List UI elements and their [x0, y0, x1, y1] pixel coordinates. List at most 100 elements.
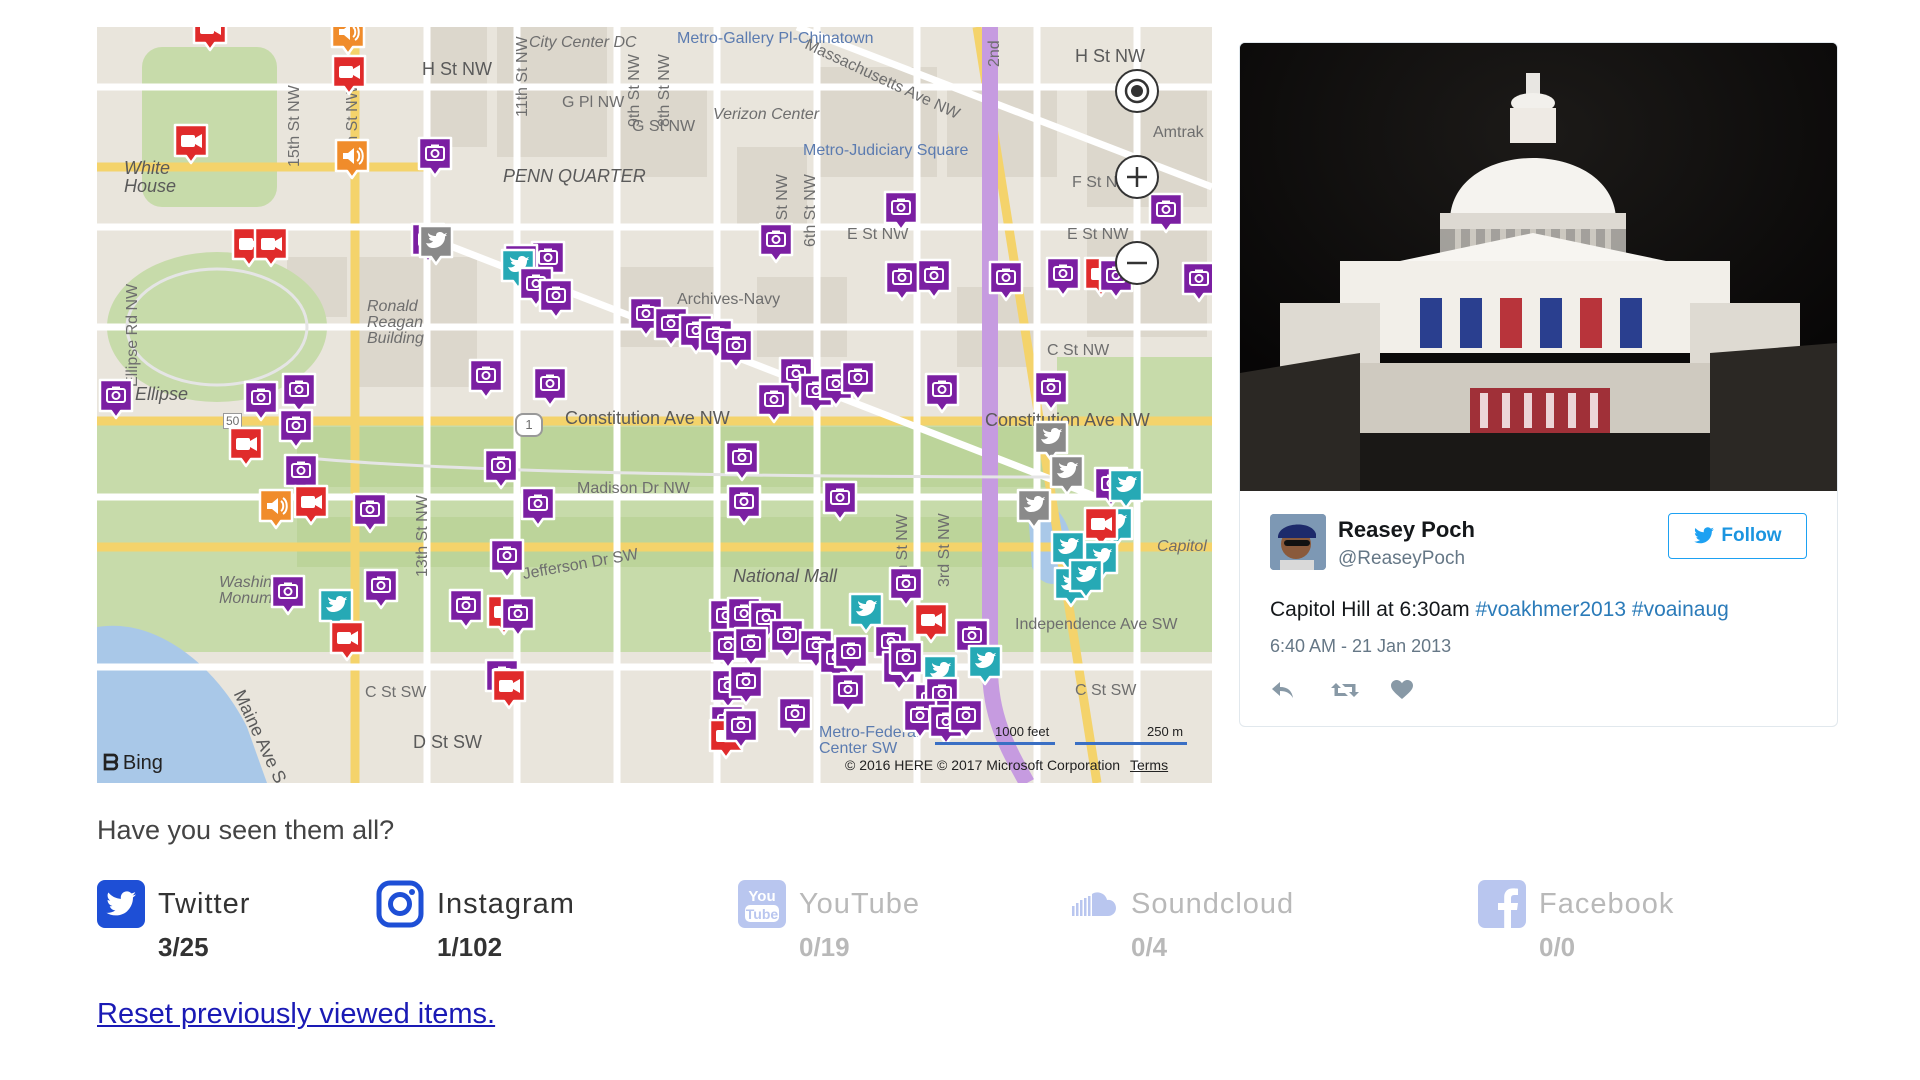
instagram-marker[interactable]: [987, 259, 1025, 303]
youtube-marker[interactable]: [292, 483, 330, 527]
platform-name: Twitter: [158, 888, 251, 920]
twitter-bird-icon: [967, 644, 1003, 686]
hashtag-link[interactable]: #voakhmer2013: [1475, 598, 1626, 621]
youtube-marker[interactable]: [330, 53, 368, 97]
twitter-marker-viewed[interactable]: [1015, 487, 1053, 531]
locate-me-button[interactable]: [1115, 69, 1159, 113]
reset-viewed-items-link[interactable]: Reset previously viewed items.: [97, 998, 495, 1031]
tweet-author-handle[interactable]: @ReaseyPoch: [1338, 548, 1465, 570]
retweet-button[interactable]: [1330, 679, 1360, 705]
camera-icon: [888, 640, 924, 682]
platform-instagram[interactable]: Instagram 1/102: [376, 880, 606, 970]
instagram-marker[interactable]: [776, 695, 814, 739]
speaker-icon: [258, 488, 294, 530]
platform-youtube[interactable]: You Tube YouTube 0/19: [738, 880, 958, 970]
youtube-marker[interactable]: [252, 225, 290, 269]
camera-icon: [756, 382, 792, 424]
camera-icon: [1045, 256, 1081, 298]
map-label-9th: 9th St NW: [626, 54, 643, 127]
platform-soundcloud[interactable]: Soundcloud 0/4: [1070, 880, 1330, 970]
platform-facebook[interactable]: Facebook 0/0: [1478, 880, 1708, 970]
instagram-marker[interactable]: [1032, 369, 1070, 413]
video-camera-icon: [331, 54, 367, 96]
hashtag-link[interactable]: #voainaug: [1632, 598, 1729, 621]
terms-link[interactable]: Terms: [1130, 757, 1168, 773]
instagram-marker[interactable]: [723, 439, 761, 483]
instagram-marker[interactable]: [416, 135, 454, 179]
map-route-shield-1: 1: [515, 413, 543, 437]
zoom-in-button[interactable]: [1115, 155, 1159, 199]
instagram-marker[interactable]: [97, 377, 135, 421]
video-camera-icon: [253, 226, 289, 268]
platform-twitter[interactable]: Twitter 3/25: [97, 880, 297, 970]
youtube-marker[interactable]: [191, 27, 229, 53]
instagram-marker[interactable]: [755, 381, 793, 425]
instagram-marker[interactable]: [1044, 255, 1082, 299]
instagram-marker[interactable]: [882, 189, 920, 233]
camera-icon: [500, 596, 536, 638]
tweet-timestamp[interactable]: 6:40 AM - 21 Jan 2013: [1270, 636, 1451, 657]
platform-count: 0/0: [1539, 932, 1576, 962]
map-label-c-st-sw-right: C St SW: [1075, 682, 1137, 699]
instagram-marker[interactable]: [821, 479, 859, 523]
tweet-author-name[interactable]: Reasey Poch: [1338, 517, 1475, 543]
youtube-marker[interactable]: [490, 667, 528, 711]
map-label-3rd: 3rd St NW: [936, 513, 953, 587]
capitol-photo-image: [1240, 43, 1837, 491]
twitter-marker[interactable]: [1067, 557, 1105, 601]
follow-button[interactable]: Follow: [1668, 513, 1807, 559]
instagram-marker[interactable]: [757, 221, 795, 265]
instagram-marker[interactable]: [499, 595, 537, 639]
scale-bar-feet: [935, 742, 1055, 745]
youtube-marker[interactable]: [227, 425, 265, 469]
youtube-marker[interactable]: [172, 122, 210, 166]
reply-button[interactable]: [1270, 679, 1300, 705]
media-map[interactable]: City Center DC Metro-Gallery Pl-Chinatow…: [97, 27, 1212, 783]
youtube-marker[interactable]: [328, 619, 366, 663]
plus-icon: [1127, 167, 1147, 187]
instagram-marker[interactable]: [887, 639, 925, 683]
instagram-marker[interactable]: [725, 483, 763, 527]
instagram-marker[interactable]: [717, 327, 755, 371]
tweet-photo[interactable]: [1240, 43, 1837, 491]
instagram-marker[interactable]: [915, 257, 953, 301]
map-label-13th: 13th St NW: [414, 495, 431, 577]
map-label-metro-judiciary: Metro-Judiciary Square: [803, 142, 969, 159]
twitter-marker-viewed[interactable]: [417, 223, 455, 267]
speaker-icon: [334, 138, 370, 180]
camera-icon: [728, 664, 764, 706]
instagram-marker[interactable]: [351, 491, 389, 535]
instagram-marker[interactable]: [1147, 191, 1185, 235]
instagram-marker[interactable]: [488, 537, 526, 581]
camera-icon: [483, 448, 519, 490]
instagram-marker[interactable]: [269, 573, 307, 617]
avatar[interactable]: [1270, 514, 1326, 570]
zoom-out-button[interactable]: [1115, 241, 1159, 285]
instagram-marker[interactable]: [923, 371, 961, 415]
twitter-marker[interactable]: [966, 643, 1004, 687]
camera-icon: [1033, 370, 1069, 412]
video-camera-icon: [293, 484, 329, 526]
instagram-marker[interactable]: [362, 567, 400, 611]
instagram-marker[interactable]: [447, 587, 485, 631]
instagram-marker[interactable]: [277, 407, 315, 451]
instagram-marker[interactable]: [482, 447, 520, 491]
instagram-marker[interactable]: [537, 277, 575, 321]
avatar-image: [1270, 514, 1326, 570]
instagram-marker[interactable]: [242, 379, 280, 423]
instagram-marker[interactable]: [727, 663, 765, 707]
instagram-marker[interactable]: [722, 707, 760, 751]
instagram-marker[interactable]: [1180, 260, 1212, 304]
instagram-marker[interactable]: [519, 485, 557, 529]
youtube-icon: You Tube: [738, 880, 786, 928]
bing-logo-text: Bing: [122, 751, 163, 774]
like-button[interactable]: [1390, 679, 1420, 705]
instagram-marker[interactable]: [839, 359, 877, 403]
twitter-marker-viewed[interactable]: [1048, 453, 1086, 497]
soundcloud-marker[interactable]: [333, 137, 371, 181]
instagram-marker[interactable]: [531, 365, 569, 409]
soundcloud-marker[interactable]: [257, 487, 295, 531]
instagram-marker[interactable]: [467, 357, 505, 401]
instagram-marker[interactable]: [829, 671, 867, 715]
camera-icon: [1148, 192, 1184, 234]
